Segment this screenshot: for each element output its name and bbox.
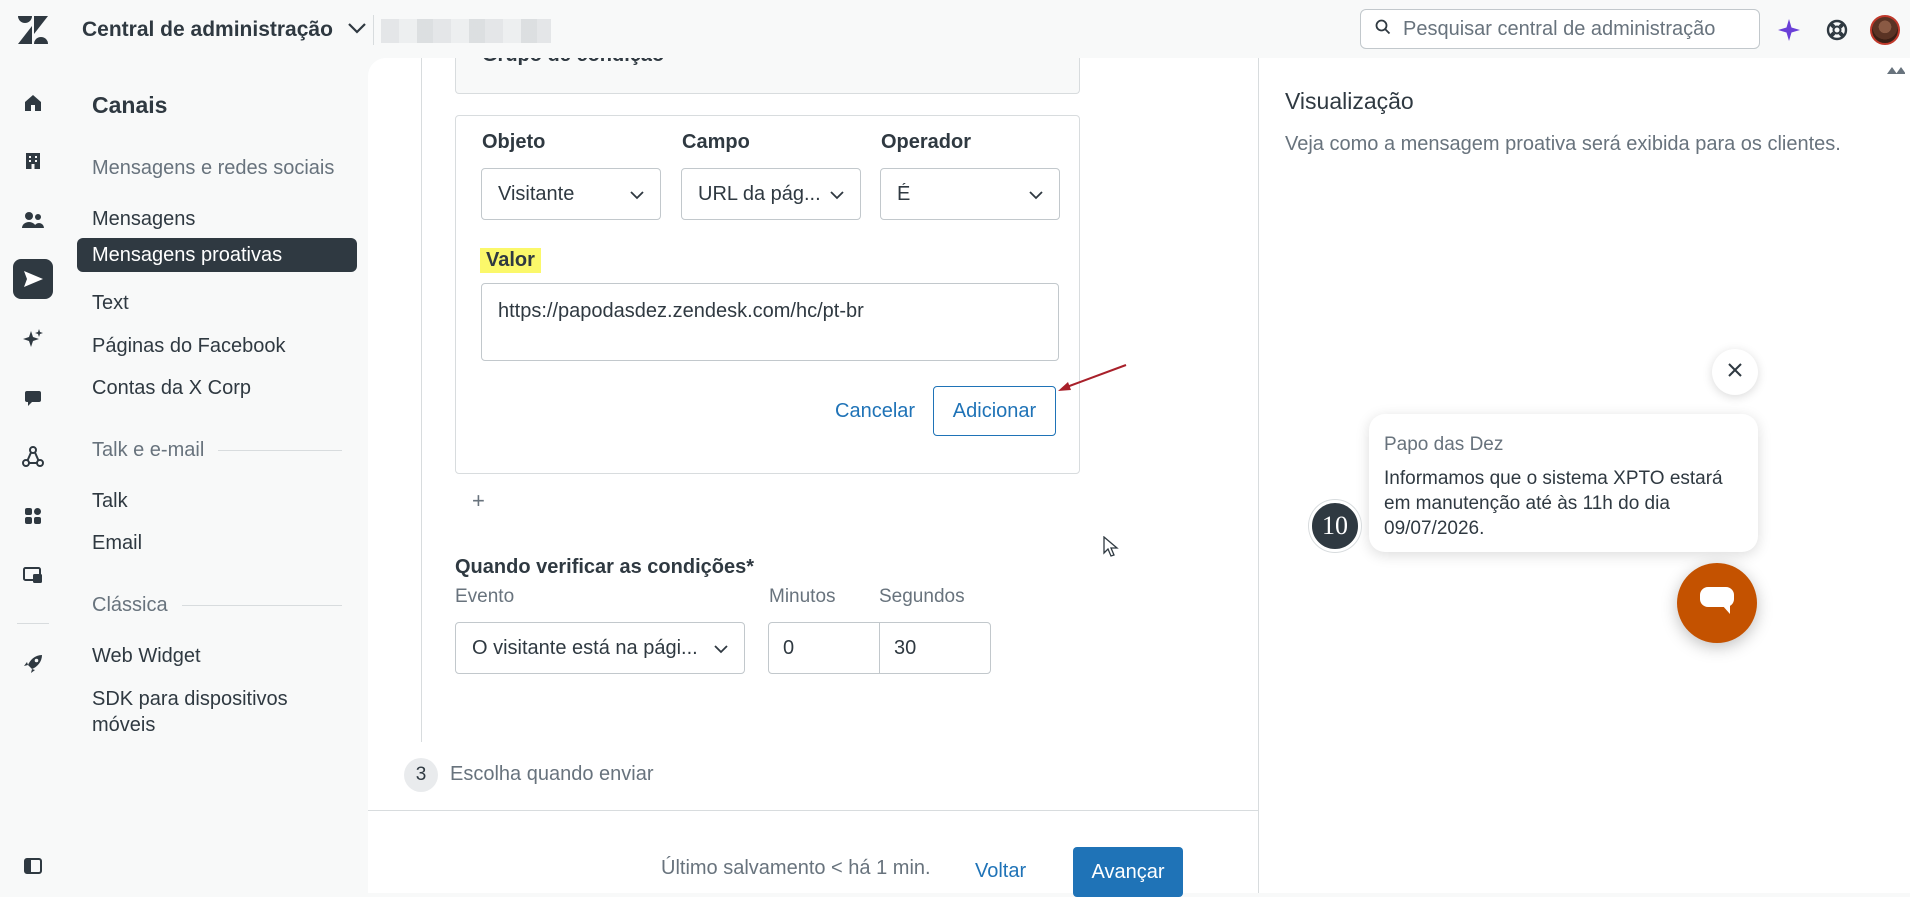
chevron-down-icon	[347, 21, 367, 39]
search-box[interactable]	[1360, 9, 1760, 49]
help-lifebuoy-icon[interactable]	[1822, 15, 1852, 45]
seconds-input[interactable]: 30	[879, 622, 991, 674]
add-condition-plus-icon[interactable]: +	[472, 488, 485, 514]
messaging-launcher-button[interactable]	[1677, 563, 1757, 643]
workspaces-chat-icon[interactable]	[13, 378, 53, 418]
sender-avatar: 10	[1309, 500, 1361, 552]
event-select[interactable]: O visitante está na pági...	[455, 622, 745, 674]
account-name-blurred	[381, 19, 551, 43]
wizard-footer: Último salvamento < há 1 min. Voltar Ava…	[368, 810, 1258, 897]
seconds-label: Segundos	[879, 586, 965, 607]
left-rail	[0, 58, 66, 893]
event-label: Evento	[455, 586, 515, 607]
ai-sparkle-icon[interactable]	[1774, 15, 1804, 45]
step-connector-line	[421, 58, 422, 742]
field-label: Campo	[682, 131, 750, 153]
product-name: Central de administração	[82, 18, 333, 41]
scroll-up-arrow-icon[interactable]	[1885, 64, 1905, 76]
next-button[interactable]: Avançar	[1073, 847, 1183, 897]
annotation-arrow-icon	[1058, 364, 1127, 391]
apps-integrations-icon[interactable]	[13, 496, 53, 536]
minutes-input[interactable]: 0	[768, 622, 880, 674]
preview-panel: Visualização Veja como a mensagem proati…	[1258, 58, 1910, 893]
nav-item-talk[interactable]: Talk	[77, 484, 357, 518]
close-icon	[1727, 362, 1743, 383]
nav-item-facebook-pages[interactable]: Páginas do Facebook	[77, 329, 357, 363]
search-icon	[1375, 19, 1391, 40]
home-icon[interactable]	[13, 83, 53, 123]
event-select-value: O visitante está na pági...	[472, 636, 698, 659]
minutes-label: Minutos	[769, 586, 836, 607]
cancel-button[interactable]: Cancelar	[821, 386, 929, 436]
object-label: Objeto	[482, 131, 546, 153]
message-text: Informamos que o sistema XPTO estará em …	[1384, 468, 1723, 539]
mouse-cursor-icon	[1103, 536, 1119, 557]
close-message-button[interactable]	[1712, 349, 1758, 395]
objects-rules-icon[interactable]	[13, 437, 53, 477]
nav-item-email[interactable]: Email	[77, 526, 357, 560]
object-select-value: Visitante	[498, 182, 575, 205]
previous-condition-card: Grupo de condição	[455, 58, 1080, 94]
chat-bubble-icon	[1698, 585, 1736, 622]
zendesk-logo-icon[interactable]	[18, 16, 48, 44]
divider	[17, 623, 49, 624]
object-select[interactable]: Visitante	[481, 168, 661, 220]
preview-description: Veja como a mensagem proativa será exibi…	[1285, 133, 1841, 155]
back-button[interactable]: Voltar	[965, 847, 1036, 895]
ai-sparkle-icon[interactable]	[13, 319, 53, 359]
channels-send-icon[interactable]	[13, 259, 53, 299]
nav-group-classic: Clássica	[92, 594, 342, 617]
getting-started-rocket-icon[interactable]	[13, 644, 53, 684]
chevron-down-icon	[630, 183, 644, 206]
chevron-down-icon	[830, 183, 844, 206]
operator-select-value: É	[897, 182, 911, 205]
when-check-title: Quando verificar as condições*	[455, 556, 754, 578]
divider	[373, 15, 374, 45]
organization-building-icon[interactable]	[13, 141, 53, 181]
last-saved-status: Último salvamento < há 1 min.	[661, 857, 931, 879]
condition-editor-card: Objeto Campo Operador Visitante URL da p…	[455, 115, 1080, 474]
nav-item-proactive-messages[interactable]: Mensagens proativas	[77, 238, 357, 272]
chevron-down-icon	[714, 637, 728, 660]
people-icon[interactable]	[13, 200, 53, 240]
proactive-message-bubble: Papo das Dez Informamos que o sistema XP…	[1369, 414, 1758, 552]
preview-title: Visualização	[1285, 88, 1414, 114]
account-billing-icon[interactable]	[13, 555, 53, 595]
nav-item-web-widget[interactable]: Web Widget	[77, 639, 357, 673]
secondary-nav: Canais Mensagens e redes sociais Mensage…	[66, 58, 368, 893]
chevron-down-icon	[1029, 183, 1043, 206]
add-button[interactable]: Adicionar	[933, 386, 1056, 436]
value-input[interactable]: https://papodasdez.zendesk.com/hc/pt-br	[481, 283, 1059, 361]
step-3-label[interactable]: Escolha quando enviar	[450, 763, 653, 786]
nav-item-text[interactable]: Text	[77, 286, 357, 320]
product-switcher[interactable]: Central de administração	[82, 15, 367, 45]
value-label: Valor	[480, 248, 541, 273]
nav-item-x-corp-accounts[interactable]: Contas da X Corp	[77, 371, 357, 405]
search-input[interactable]	[1401, 16, 1741, 42]
condition-group-title: Grupo de condição	[482, 58, 664, 67]
nav-item-mobile-sdk[interactable]: SDK para dispositivos móveis	[77, 682, 357, 742]
nav-title: Canais	[92, 92, 168, 118]
main-content: Grupo de condição Objeto Campo Operador …	[368, 58, 1258, 893]
field-select-value: URL da pág...	[698, 182, 821, 205]
operator-select[interactable]: É	[880, 168, 1060, 220]
nav-item-messages[interactable]: Mensagens	[77, 202, 357, 236]
user-avatar[interactable]	[1870, 15, 1900, 45]
collapse-sidebar-icon[interactable]	[13, 846, 53, 886]
nav-group-messaging: Mensagens e redes sociais	[92, 157, 335, 179]
message-sender: Papo das Dez	[1384, 434, 1504, 455]
step-number-badge: 3	[404, 758, 438, 792]
operator-label: Operador	[881, 131, 972, 153]
field-select[interactable]: URL da pág...	[681, 168, 861, 220]
top-bar: Central de administração	[0, 0, 1910, 58]
nav-group-talk-email: Talk e e-mail	[92, 439, 342, 462]
